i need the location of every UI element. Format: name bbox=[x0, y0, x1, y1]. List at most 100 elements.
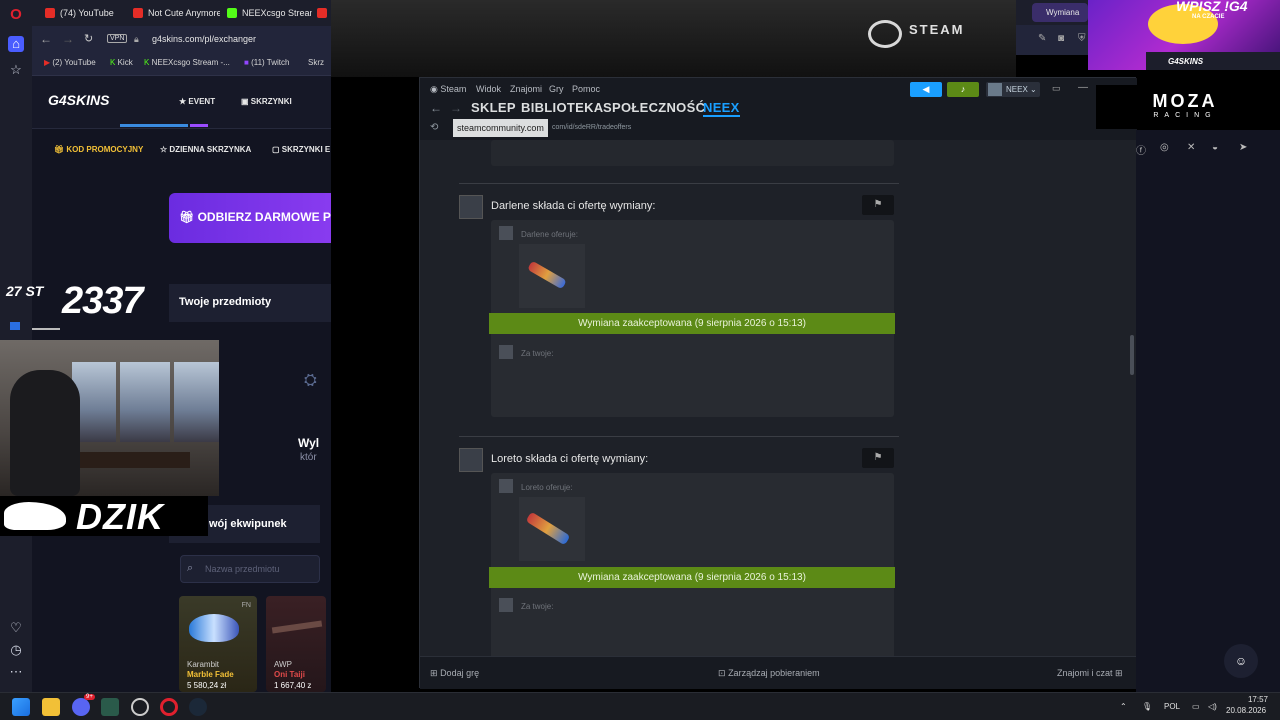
scrollbar[interactable] bbox=[1130, 335, 1134, 375]
item-type: AWP bbox=[274, 660, 292, 669]
home-icon[interactable]: ⌂ bbox=[8, 36, 24, 52]
plus-icon: ⊞ bbox=[430, 668, 438, 678]
steam-icon[interactable] bbox=[189, 698, 207, 716]
back-icon[interactable]: ← bbox=[40, 32, 52, 46]
microphone-icon[interactable]: 🎙︎ bbox=[1142, 702, 1152, 711]
karambit-image bbox=[189, 614, 239, 642]
discord-icon[interactable]: ◒ bbox=[1212, 142, 1218, 153]
x-icon[interactable]: ✕ bbox=[1187, 142, 1195, 153]
bookmark-twitch[interactable]: ■ (11) Twitch bbox=[244, 58, 289, 67]
shield-icon[interactable]: ⛨ bbox=[1078, 33, 1086, 44]
menu-friends[interactable]: Znajomi bbox=[510, 84, 542, 94]
item-slot[interactable] bbox=[519, 497, 585, 561]
item-card[interactable]: AWP Oni Taiji 1 667,40 z bbox=[266, 596, 326, 692]
volume-icon[interactable]: ◁) bbox=[1208, 702, 1217, 711]
subnav-cases[interactable]: ▢ SKRZYNKI E bbox=[272, 145, 330, 154]
item-slot[interactable] bbox=[519, 244, 585, 308]
clock-date[interactable]: 20.08.2026 bbox=[1226, 706, 1266, 715]
avatar bbox=[499, 479, 513, 493]
bookmark-kick[interactable]: K Kick bbox=[110, 58, 133, 67]
bookmark-skrz[interactable]: Skrz bbox=[308, 58, 324, 67]
minimize-icon[interactable]: — bbox=[1078, 82, 1088, 93]
back-icon[interactable]: ← bbox=[430, 101, 442, 115]
address-bar: ← → ↻ VPN 🔒︎ g4skins.com/pl/exchanger bbox=[32, 26, 331, 54]
report-flag-icon[interactable]: ⚑ bbox=[862, 448, 894, 468]
free-reward-button[interactable]: 🎁︎ ODBIERZ DARMOWE P bbox=[169, 193, 331, 243]
app-icon[interactable] bbox=[101, 698, 119, 716]
subnav-promo-code[interactable]: 🎁︎ KOD PROMOCYJNY bbox=[54, 145, 143, 154]
items-title: Twoje przedmioty bbox=[179, 296, 272, 308]
friends-chat-button[interactable]: Znajomi i czat ⊞ bbox=[1057, 668, 1123, 679]
steam-icon: ◉ bbox=[430, 84, 438, 94]
counter-bar bbox=[32, 328, 60, 330]
bigpicture-icon[interactable]: ▭ bbox=[1052, 83, 1061, 94]
bookmark-neex[interactable]: K NEEXcsgo Stream -... bbox=[144, 58, 230, 67]
url-tooltip: steamcommunity.com bbox=[453, 119, 548, 137]
history-icon[interactable]: ◷ bbox=[8, 642, 24, 658]
language-indicator[interactable]: POL bbox=[1164, 702, 1180, 711]
support-icon[interactable]: ☺ bbox=[1224, 644, 1258, 678]
instagram-icon[interactable]: ◎ bbox=[1160, 142, 1169, 153]
network-icon[interactable]: ▭ bbox=[1192, 702, 1200, 711]
withdraw-text: Wyl bbox=[298, 436, 320, 450]
menu-games[interactable]: Gry bbox=[549, 84, 564, 94]
clock-time[interactable]: 17:57 bbox=[1236, 695, 1268, 704]
add-game-button[interactable]: ⊞ Dodaj grę bbox=[430, 668, 479, 679]
stream-counter: 27 ST 2337 bbox=[0, 278, 170, 334]
nav-skrzynki[interactable]: ▣ SKRZYNKI bbox=[241, 97, 292, 106]
tray-chevron-icon[interactable]: ⌃ bbox=[1120, 702, 1127, 711]
vpn-badge[interactable]: VPN bbox=[107, 34, 128, 43]
tab-youtube[interactable]: (74) YouTube bbox=[42, 4, 127, 22]
obs-icon[interactable] bbox=[131, 698, 149, 716]
item-name: Marble Fade bbox=[187, 670, 234, 679]
avatar[interactable] bbox=[459, 448, 483, 472]
camera-icon[interactable]: ◙ bbox=[1058, 33, 1064, 44]
tab-wymiana[interactable]: Wymiana bbox=[1032, 3, 1088, 22]
accepted-banner: Wymiana zaakceptowana (9 sierpnia 2026 o… bbox=[489, 313, 895, 334]
tab-neex-stream[interactable]: NEEXcsgo Stream bbox=[224, 4, 312, 22]
discord-icon[interactable] bbox=[72, 698, 90, 716]
menu-steam[interactable]: ◉ Steam bbox=[430, 84, 466, 95]
url-field[interactable]: g4skins.com/pl/exchanger bbox=[152, 34, 256, 44]
facebook-icon[interactable]: ⓕ bbox=[1136, 142, 1146, 157]
inventory-search[interactable]: ⌕ Nazwa przedmiotu bbox=[180, 555, 320, 583]
refresh-icon[interactable]: ⟲ bbox=[430, 122, 438, 133]
star-icon[interactable]: ☆ bbox=[8, 62, 24, 78]
tab-not-cute[interactable]: Not Cute Anymore bbox=[130, 4, 220, 22]
nav-event[interactable]: ★ EVENT bbox=[179, 97, 215, 106]
bookmark-youtube[interactable]: ▶ (2) YouTube bbox=[44, 58, 96, 67]
nav-store[interactable]: SKLEP bbox=[471, 100, 516, 115]
nav-community[interactable]: SPOŁECZNOŚĆ bbox=[603, 100, 705, 115]
opera-icon[interactable] bbox=[160, 698, 178, 716]
broadcast-button[interactable]: ◀ bbox=[910, 82, 942, 97]
menu-view[interactable]: Widok bbox=[476, 84, 501, 94]
downloads-button[interactable]: ⊡ Zarządzaj pobieraniem bbox=[718, 668, 820, 679]
box-icon: ▢ bbox=[272, 145, 280, 154]
tab-more[interactable] bbox=[315, 4, 329, 22]
opera-logo-icon[interactable]: O bbox=[8, 7, 24, 23]
forward-icon[interactable]: → bbox=[450, 101, 462, 115]
inventory-title: wój ekwipunek bbox=[209, 518, 287, 530]
telegram-icon[interactable]: ➤ bbox=[1239, 142, 1247, 153]
right-tabbar: Wymiana bbox=[1016, 0, 1088, 25]
account-menu[interactable]: NEEX ⌄ bbox=[986, 82, 1040, 97]
steam-footer: ⊞ Dodaj grę ⊡ Zarządzaj pobieraniem Znaj… bbox=[420, 656, 1137, 689]
edit-icon[interactable]: ✎ bbox=[1038, 33, 1046, 44]
youtube-icon bbox=[45, 8, 55, 18]
heart-icon[interactable]: ♡ bbox=[8, 620, 24, 636]
windows-start-icon[interactable] bbox=[12, 698, 30, 716]
report-flag-icon[interactable]: ⚑ bbox=[862, 195, 894, 215]
avatar[interactable] bbox=[459, 195, 483, 219]
nav-library[interactable]: BIBLIOTEKA bbox=[521, 100, 603, 115]
item-card[interactable]: FN Karambit Marble Fade 5 580,24 zł bbox=[179, 596, 257, 692]
site-logo[interactable]: G4SKINS bbox=[48, 92, 109, 108]
avatar bbox=[499, 226, 513, 240]
reload-icon[interactable]: ↻ bbox=[84, 32, 93, 45]
subnav-daily-case[interactable]: ☆ DZIENNA SKRZYNKA bbox=[160, 145, 251, 154]
menu-help[interactable]: Pomoc bbox=[572, 84, 600, 94]
notification-bell-icon[interactable]: ♪ bbox=[947, 82, 979, 97]
more-icon[interactable]: ⋯ bbox=[8, 664, 24, 680]
file-explorer-icon[interactable] bbox=[42, 698, 60, 716]
forward-icon[interactable]: → bbox=[62, 32, 74, 46]
nav-profile[interactable]: NEEX bbox=[703, 100, 740, 117]
